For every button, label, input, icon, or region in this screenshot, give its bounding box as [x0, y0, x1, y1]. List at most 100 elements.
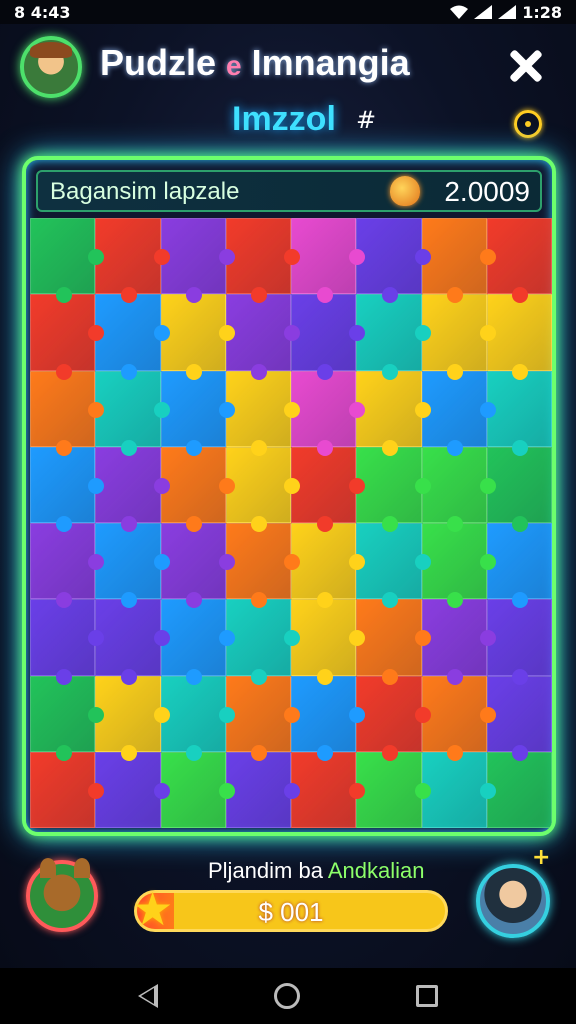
- title-part1: Pudzle: [100, 42, 227, 83]
- puzzle-piece[interactable]: [225, 523, 300, 609]
- puzzle-piece[interactable]: [356, 370, 431, 456]
- coin-icon[interactable]: [514, 110, 542, 138]
- puzzle-piece[interactable]: [291, 751, 366, 828]
- puzzle-piece[interactable]: [291, 675, 366, 761]
- puzzle-knob: [447, 744, 464, 761]
- puzzle-piece[interactable]: [486, 599, 552, 685]
- puzzle-piece[interactable]: [421, 294, 496, 380]
- puzzle-piece[interactable]: [225, 218, 300, 304]
- puzzle-knob: [512, 668, 529, 685]
- puzzle-piece[interactable]: [160, 446, 235, 532]
- puzzle-piece[interactable]: [160, 294, 235, 380]
- puzzle-piece[interactable]: [291, 446, 366, 532]
- puzzle-piece[interactable]: [95, 675, 170, 761]
- puzzle-piece[interactable]: [421, 523, 496, 609]
- home-icon[interactable]: [274, 983, 300, 1009]
- puzzle-piece[interactable]: [225, 294, 300, 380]
- puzzle-piece[interactable]: [225, 370, 300, 456]
- puzzle-piece[interactable]: [356, 675, 431, 761]
- puzzle-piece[interactable]: [30, 218, 105, 304]
- puzzle-piece[interactable]: [291, 523, 366, 609]
- recent-apps-icon[interactable]: [416, 985, 438, 1007]
- puzzle-piece[interactable]: [291, 218, 366, 304]
- puzzle-piece[interactable]: [356, 294, 431, 380]
- puzzle-piece[interactable]: [486, 446, 552, 532]
- puzzle-piece[interactable]: [486, 523, 552, 609]
- puzzle-piece[interactable]: [160, 370, 235, 456]
- puzzle-piece[interactable]: [291, 370, 366, 456]
- puzzle-piece[interactable]: [30, 675, 105, 761]
- puzzle-knob: [414, 782, 431, 799]
- puzzle-piece[interactable]: [486, 218, 552, 304]
- puzzle-piece[interactable]: [225, 751, 300, 828]
- puzzle-piece[interactable]: [30, 751, 105, 828]
- puzzle-piece[interactable]: [421, 751, 496, 828]
- puzzle-piece[interactable]: [95, 446, 170, 532]
- plus-icon[interactable]: +: [532, 847, 552, 869]
- puzzle-knob: [218, 477, 235, 494]
- puzzle-knob: [284, 706, 300, 723]
- puzzle-piece[interactable]: [95, 751, 170, 828]
- puzzle-piece[interactable]: [421, 675, 496, 761]
- puzzle-piece[interactable]: [421, 446, 496, 532]
- puzzle-piece[interactable]: [356, 446, 431, 532]
- puzzle-piece[interactable]: [160, 218, 235, 304]
- title-part2: Imnangia: [241, 42, 410, 83]
- puzzle-knob: [479, 477, 496, 494]
- puzzle-piece[interactable]: [421, 599, 496, 685]
- puzzle-knob: [218, 554, 235, 571]
- puzzle-piece[interactable]: [421, 370, 496, 456]
- puzzle-grid[interactable]: [30, 218, 552, 828]
- puzzle-piece[interactable]: [30, 446, 105, 532]
- score-value: 2.0009: [444, 176, 530, 207]
- close-icon[interactable]: [504, 44, 548, 88]
- puzzle-knob: [381, 439, 398, 456]
- puzzle-piece[interactable]: [95, 523, 170, 609]
- puzzle-piece[interactable]: [160, 599, 235, 685]
- puzzle-piece[interactable]: [160, 751, 235, 828]
- puzzle-piece[interactable]: [225, 599, 300, 685]
- bottom-panel: Pljandim ba Andkalian $ 001 ★ +: [0, 846, 576, 966]
- puzzle-piece[interactable]: [30, 599, 105, 685]
- hat-icon: [30, 42, 72, 58]
- puzzle-knob: [251, 668, 268, 685]
- puzzle-piece[interactable]: [160, 523, 235, 609]
- puzzle-knob: [153, 554, 170, 571]
- player-name: Pljandim ba Andkalian: [208, 858, 425, 884]
- puzzle-piece[interactable]: [486, 751, 552, 828]
- puzzle-piece[interactable]: [356, 218, 431, 304]
- nav-bar: [0, 968, 576, 1024]
- back-icon[interactable]: [138, 984, 158, 1008]
- puzzle-knob: [381, 744, 398, 761]
- pet-ear-icon: [40, 858, 56, 878]
- puzzle-piece[interactable]: [160, 675, 235, 761]
- puzzle-piece[interactable]: [486, 294, 552, 380]
- pet-avatar[interactable]: [26, 858, 98, 932]
- puzzle-piece[interactable]: [486, 675, 552, 761]
- puzzle-piece[interactable]: [95, 218, 170, 304]
- puzzle-piece[interactable]: [225, 446, 300, 532]
- host-avatar[interactable]: [20, 36, 82, 98]
- puzzle-piece[interactable]: [421, 218, 496, 304]
- puzzle-piece[interactable]: [356, 751, 431, 828]
- puzzle-knob: [153, 477, 170, 494]
- score-label: Bagansim lapzale: [50, 178, 240, 205]
- puzzle-piece[interactable]: [225, 675, 300, 761]
- puzzle-piece[interactable]: [30, 370, 105, 456]
- puzzle-piece[interactable]: [95, 294, 170, 380]
- puzzle-knob: [349, 706, 366, 723]
- puzzle-piece[interactable]: [356, 599, 431, 685]
- puzzle-piece[interactable]: [291, 294, 366, 380]
- puzzle-knob: [381, 668, 398, 685]
- puzzle-piece[interactable]: [486, 370, 552, 456]
- puzzle-piece[interactable]: [30, 523, 105, 609]
- puzzle-piece[interactable]: [95, 370, 170, 456]
- puzzle-piece[interactable]: [356, 523, 431, 609]
- puzzle-knob: [414, 630, 431, 647]
- puzzle-knob: [186, 516, 203, 532]
- profile-avatar[interactable]: [476, 864, 550, 938]
- puzzle-piece[interactable]: [291, 599, 366, 685]
- puzzle-piece[interactable]: [30, 294, 105, 380]
- puzzle-piece[interactable]: [95, 599, 170, 685]
- puzzle-knob: [55, 439, 72, 456]
